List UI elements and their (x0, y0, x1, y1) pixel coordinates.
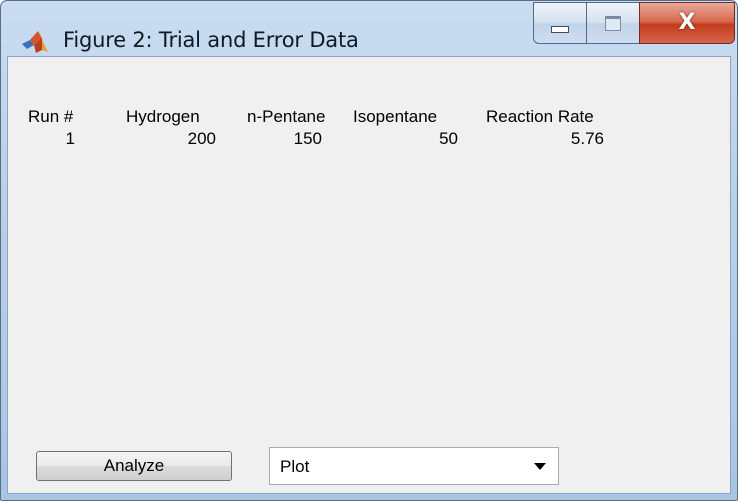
header-n-pentane: n-Pentane (247, 107, 326, 126)
plot-dropdown-value: Plot (280, 457, 310, 476)
header-run-number: Run # (28, 107, 74, 126)
close-icon: X (678, 10, 696, 35)
window-controls: X (533, 2, 735, 46)
matlab-logo-icon (21, 29, 49, 55)
cell-run-number: 1 (65, 129, 75, 148)
dropdown-arrow-button[interactable] (523, 449, 557, 483)
minimize-button[interactable] (533, 2, 587, 44)
figure-window: Figure 2: Trial and Error Data X Run # H… (0, 0, 738, 501)
header-reaction-rate: Reaction Rate (486, 107, 594, 126)
cell-isopentane: 50 (439, 129, 458, 148)
cell-reaction-rate: 5.76 (570, 129, 604, 148)
plot-dropdown[interactable]: Plot (269, 447, 559, 485)
close-button[interactable]: X (639, 2, 735, 44)
title-bar[interactable]: Figure 2: Trial and Error Data X (1, 1, 737, 53)
analyze-button[interactable]: Analyze (36, 451, 232, 481)
minimize-icon (551, 25, 569, 33)
chevron-down-icon (534, 462, 546, 470)
cell-n-pentane: 150 (293, 129, 322, 148)
cell-hydrogen: 200 (187, 129, 216, 148)
header-isopentane: Isopentane (353, 107, 438, 126)
figure-client-area: Run # Hydrogen n-Pentane Isopentane Reac… (7, 56, 731, 494)
maximize-icon (605, 15, 621, 31)
header-hydrogen: Hydrogen (126, 107, 200, 126)
maximize-button[interactable] (586, 2, 640, 44)
window-title: Figure 2: Trial and Error Data (63, 28, 359, 52)
